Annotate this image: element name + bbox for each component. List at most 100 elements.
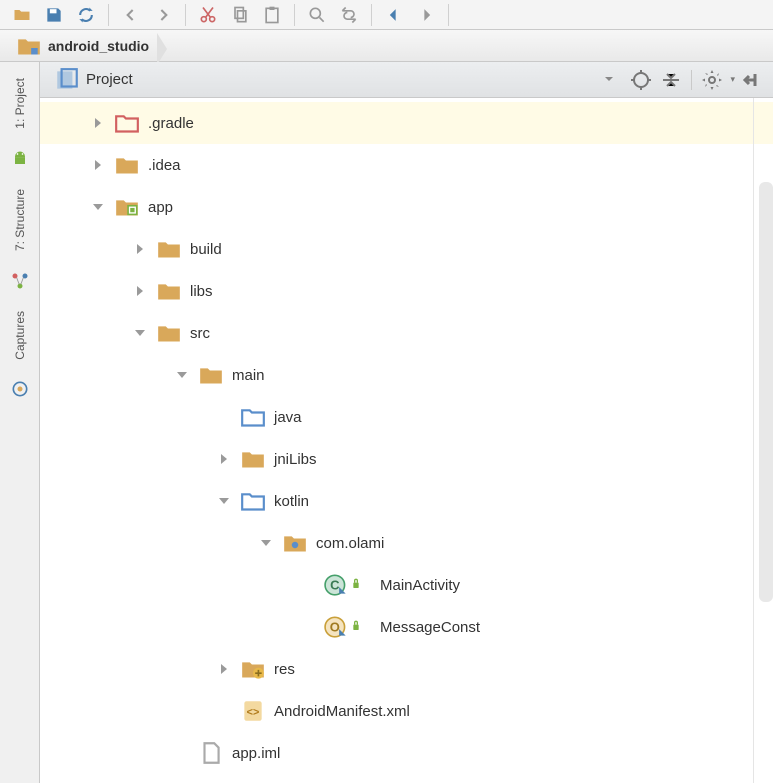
cut-icon[interactable] (194, 2, 222, 28)
svg-text:C: C (330, 577, 340, 592)
file-icon (198, 742, 224, 764)
package-icon (282, 532, 308, 554)
expand-toggle-icon[interactable] (132, 241, 148, 257)
tree-item-label: java (274, 409, 302, 426)
tree-item-label: build (190, 241, 222, 258)
tool-tab-captures[interactable]: Captures (13, 305, 27, 366)
twisty-placeholder (216, 703, 232, 719)
folder-filled-icon (198, 364, 224, 386)
folder-filled-icon (156, 238, 182, 260)
tree-item-label: app (148, 199, 173, 216)
hide-icon[interactable] (741, 68, 765, 92)
svg-text:O: O (330, 619, 340, 634)
collapse-icon[interactable] (659, 68, 683, 92)
tree-row-messageconst[interactable]: O MessageConst (40, 606, 773, 648)
tree-item-label: src (190, 325, 210, 342)
tree-row-main[interactable]: main (40, 354, 773, 396)
expand-toggle-icon[interactable] (90, 115, 106, 131)
copy-icon[interactable] (226, 2, 254, 28)
target-icon[interactable] (629, 68, 653, 92)
chevron-down-icon: ▾ (730, 74, 735, 85)
tree-item-label: main (232, 367, 265, 384)
tool-tab-structure[interactable]: 7: Structure (13, 183, 27, 257)
redo-icon[interactable] (149, 2, 177, 28)
expand-toggle-icon[interactable] (216, 661, 232, 677)
tree-item-label: app.iml (232, 745, 280, 762)
tool-tab-label: 7: Structure (13, 189, 27, 251)
project-panel: Project ▾ .gradle .idea app build libs src mai… (40, 62, 773, 783)
folder-filled-icon (114, 154, 140, 176)
folder-filled-icon (156, 322, 182, 344)
expand-toggle-icon[interactable] (258, 535, 274, 551)
tree-item-label: res (274, 661, 295, 678)
expand-toggle-icon[interactable] (90, 157, 106, 173)
breadcrumb-item[interactable]: android_studio (10, 33, 159, 59)
save-icon[interactable] (40, 2, 68, 28)
tree-row-gradle[interactable]: .gradle (40, 102, 773, 144)
forward-icon[interactable] (412, 2, 440, 28)
folder-icon (16, 35, 42, 57)
back-icon[interactable] (380, 2, 408, 28)
twisty-placeholder (300, 619, 316, 635)
structure-icon (10, 271, 30, 291)
twisty-placeholder (216, 409, 232, 425)
tree-item-label: kotlin (274, 493, 309, 510)
tree-row-res[interactable]: res (40, 648, 773, 690)
folder-red-outline-icon (114, 112, 140, 134)
main-toolbar (0, 0, 773, 30)
breadcrumb-label: android_studio (48, 38, 149, 54)
twisty-placeholder (174, 745, 190, 761)
expand-toggle-icon[interactable] (90, 199, 106, 215)
panel-header: Project ▾ (40, 62, 773, 98)
captures-icon (10, 379, 30, 399)
folder-blue-outline-icon (240, 406, 266, 428)
paste-icon[interactable] (258, 2, 286, 28)
expand-toggle-icon[interactable] (216, 451, 232, 467)
gear-icon[interactable] (700, 68, 724, 92)
project-view-dropdown[interactable]: Project (48, 66, 623, 94)
android-icon (10, 149, 30, 169)
expand-toggle-icon[interactable] (216, 493, 232, 509)
project-icon (54, 69, 80, 91)
tree-row-build[interactable]: build (40, 228, 773, 270)
tree-row-src[interactable]: src (40, 312, 773, 354)
tree-item-label: MainActivity (380, 577, 460, 594)
replace-icon[interactable] (335, 2, 363, 28)
tree-item-label: jniLibs (274, 451, 317, 468)
expand-toggle-icon[interactable] (132, 325, 148, 341)
tree-row-jnilibs[interactable]: jniLibs (40, 438, 773, 480)
tree-row-appiml[interactable]: app.iml (40, 732, 773, 774)
tree-item-label: AndroidManifest.xml (274, 703, 410, 720)
xml-file-icon: <> (240, 700, 266, 722)
tree-row-idea[interactable]: .idea (40, 144, 773, 186)
folder-filled-icon (240, 448, 266, 470)
expand-toggle-icon[interactable] (132, 283, 148, 299)
tree-row-manifest[interactable]: <> AndroidManifest.xml (40, 690, 773, 732)
twisty-placeholder (300, 577, 316, 593)
tree-row-app[interactable]: app (40, 186, 773, 228)
tree-item-label: .gradle (148, 115, 194, 132)
tree-row-libs[interactable]: libs (40, 270, 773, 312)
tree-row-mainactivity[interactable]: C MainActivity (40, 564, 773, 606)
object-kotlin-icon: O (324, 616, 350, 638)
find-icon[interactable] (303, 2, 331, 28)
sync-icon[interactable] (72, 2, 100, 28)
expand-toggle-icon[interactable] (174, 367, 190, 383)
scrollbar-thumb[interactable] (759, 182, 773, 602)
folder-blue-outline-icon (240, 490, 266, 512)
tree-row-comolami[interactable]: com.olami (40, 522, 773, 564)
class-kotlin-icon: C (324, 574, 350, 596)
tool-tab-label: Captures (13, 311, 27, 360)
undo-icon[interactable] (117, 2, 145, 28)
breadcrumb: android_studio (0, 30, 773, 62)
open-icon[interactable] (8, 2, 36, 28)
tree-item-label: MessageConst (380, 619, 480, 636)
tree-row-kotlin[interactable]: kotlin (40, 480, 773, 522)
tool-tab-project[interactable]: 1: Project (13, 72, 27, 135)
project-tree[interactable]: .gradle .idea app build libs src main java jniLi… (40, 98, 773, 783)
tree-row-java[interactable]: java (40, 396, 773, 438)
tool-tab-label: 1: Project (13, 78, 27, 129)
svg-text:<>: <> (247, 706, 260, 718)
folder-filled-icon (156, 280, 182, 302)
tree-item-label: libs (190, 283, 213, 300)
